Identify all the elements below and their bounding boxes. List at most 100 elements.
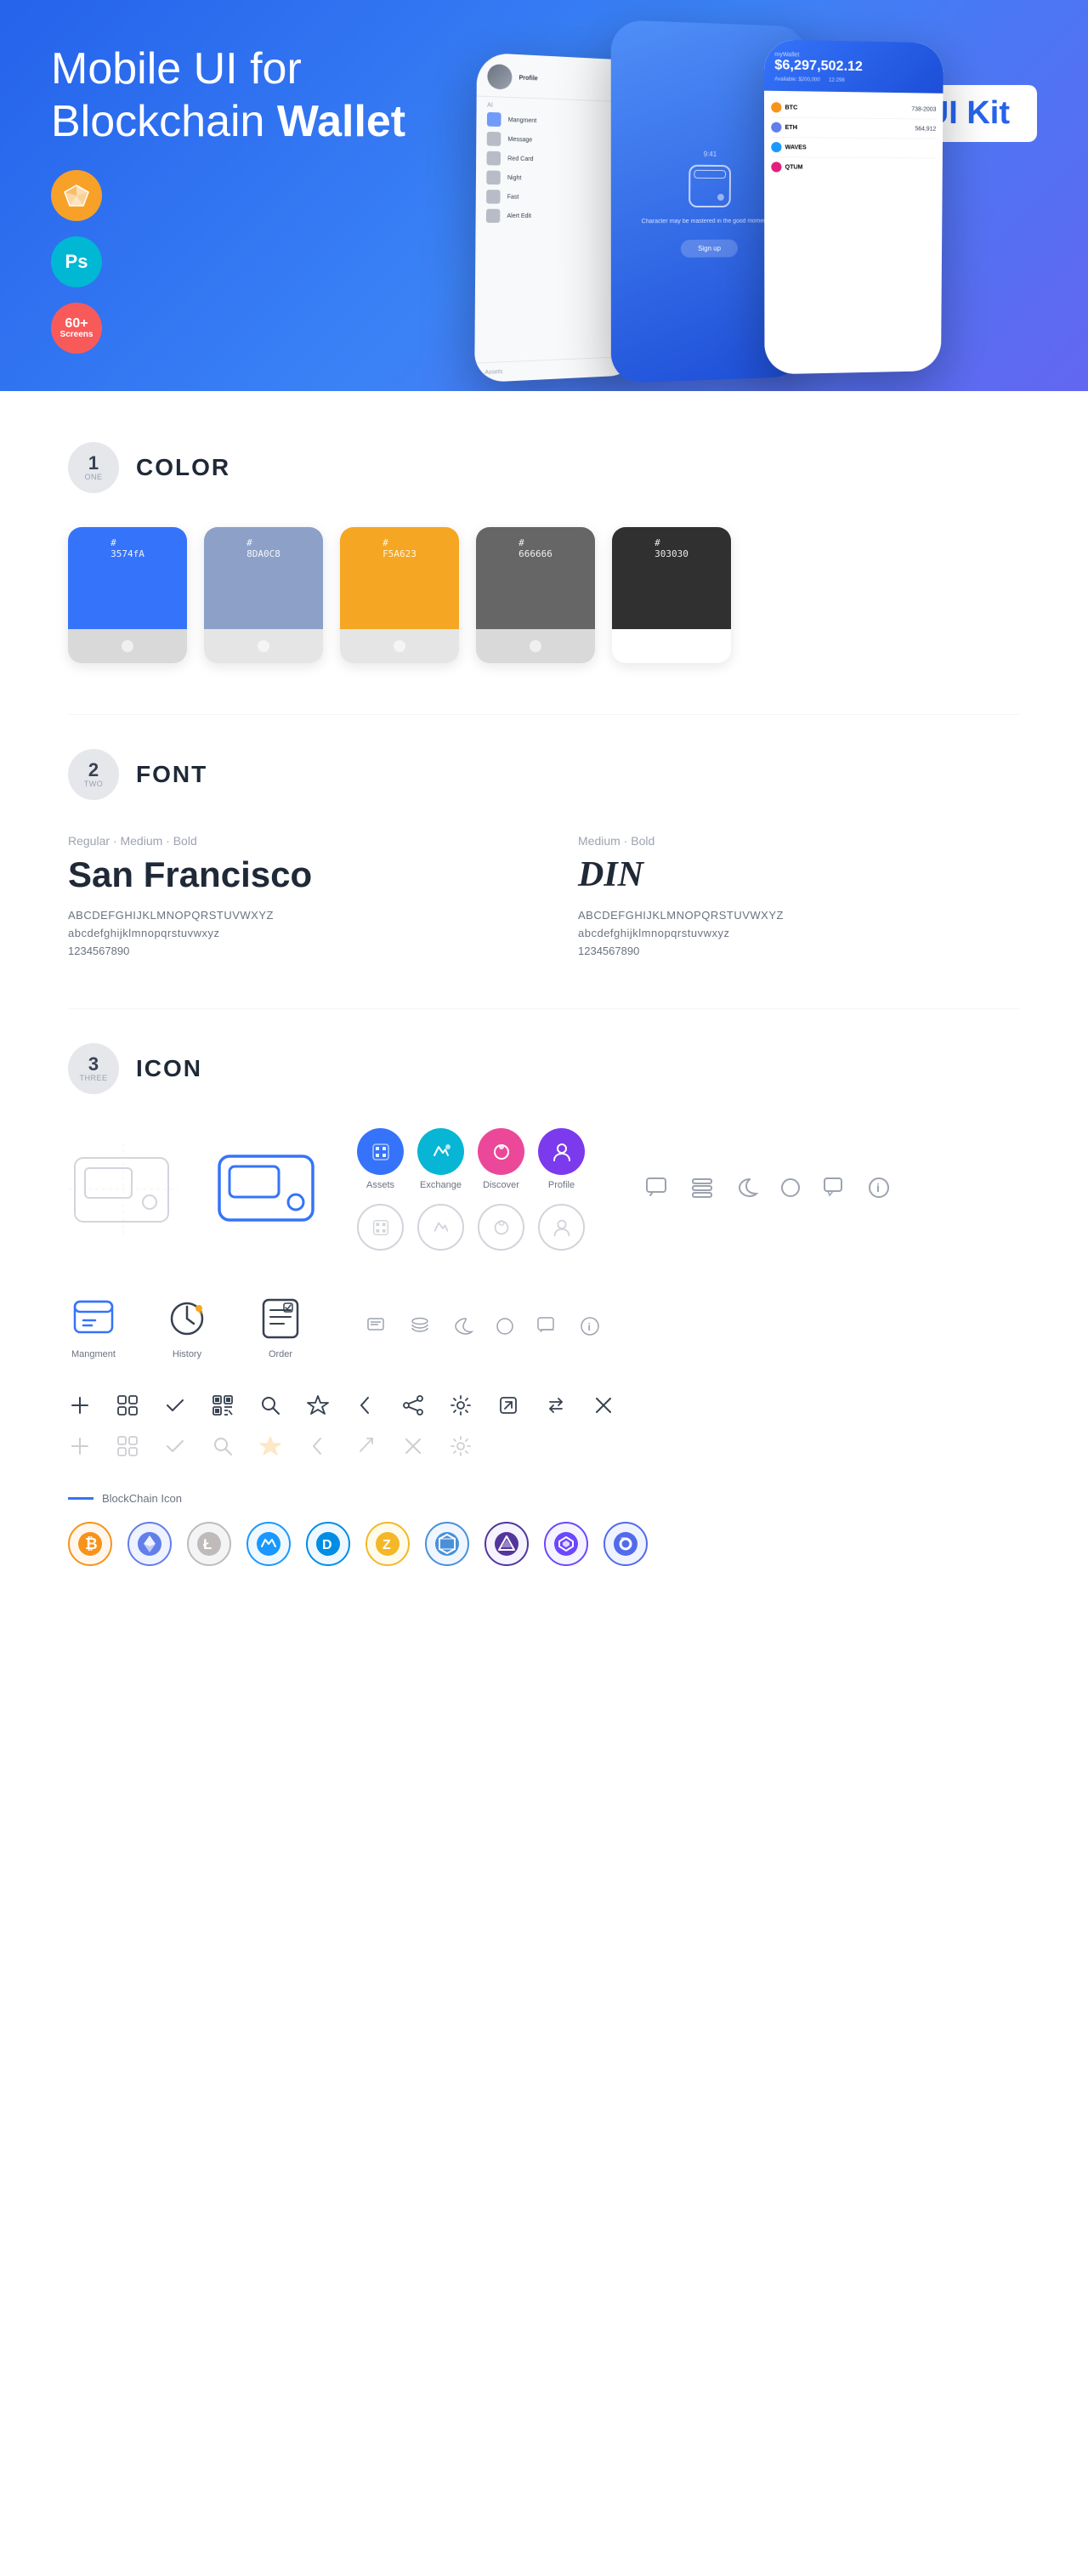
screens-badge: 60+ Screens — [51, 303, 102, 354]
circle-icon-gray — [777, 1174, 804, 1206]
assets-icon-outline — [357, 1204, 404, 1251]
main-content: 1 ONE COLOR #3574fA #8DA0C8 — [0, 391, 1088, 1651]
search-icon — [258, 1393, 282, 1417]
font-sf: Regular · Medium · Bold San Francisco AB… — [68, 834, 510, 957]
order-icon-item: Order — [255, 1293, 306, 1359]
star-icon — [306, 1393, 330, 1417]
svg-text:₿: ₿ — [85, 1535, 98, 1552]
profile-icon-outline — [538, 1204, 585, 1251]
color-swatches: #3574fA #8DA0C8 #F5A623 — [68, 527, 1020, 663]
assets-icon — [357, 1128, 404, 1175]
band-icon — [604, 1522, 648, 1566]
profile-icon — [538, 1128, 585, 1175]
ark-icon — [544, 1522, 588, 1566]
crypto-icons-row: ₿ Ł — [68, 1522, 1020, 1566]
icon-section: 3 THREE ICON — [68, 1043, 1020, 1566]
blockchain-label: BlockChain Icon — [68, 1492, 1020, 1505]
qr-code-icon — [211, 1393, 235, 1417]
order-icon — [255, 1293, 306, 1344]
text-icon — [366, 1314, 389, 1338]
dash-icon: D — [306, 1522, 350, 1566]
info2-icon: i — [578, 1314, 602, 1338]
transfer-icon — [544, 1393, 568, 1417]
phone-mockup-3: myWallet $6,297,502.12 Available: $200,0… — [764, 39, 944, 374]
swatch-gray-blue: #8DA0C8 — [204, 527, 323, 663]
hero-section: Mobile UI for Blockchain Wallet UI Kit P… — [0, 0, 1088, 391]
share-icon — [401, 1393, 425, 1417]
management-icon-item: Mangment — [68, 1293, 119, 1359]
star-filled-icon — [258, 1434, 282, 1458]
chat-icon — [644, 1174, 672, 1206]
tool-icons-row-1 — [68, 1393, 1020, 1417]
augur-icon — [484, 1522, 529, 1566]
exchange-icon-outline — [417, 1204, 464, 1251]
svg-text:Ł: Ł — [203, 1536, 212, 1552]
color-section: 1 ONE COLOR #3574fA #8DA0C8 — [68, 442, 1020, 663]
info-icon: i — [865, 1174, 892, 1206]
moon-half-icon — [450, 1314, 474, 1338]
phone-mockups: Profile AI Mangment Message — [476, 9, 1088, 391]
ps-badge: Ps — [51, 236, 102, 287]
discover-icon-outline — [478, 1204, 524, 1251]
font-section-header: 2 TWO FONT — [68, 749, 1020, 800]
management-icon — [68, 1293, 119, 1344]
blockchain-line — [68, 1497, 94, 1500]
chat2-icon — [536, 1314, 559, 1338]
swatch-blue: #3574fA — [68, 527, 187, 663]
svg-text:i: i — [588, 1321, 591, 1333]
assets-icon-item: Assets — [357, 1128, 404, 1190]
zcash-icon: Z — [366, 1522, 410, 1566]
section-number-2: 2 TWO — [68, 749, 119, 800]
svg-text:Z: Z — [382, 1538, 391, 1552]
color-section-title: COLOR — [136, 454, 230, 481]
swatch-yellow: #F5A623 — [340, 527, 459, 663]
misc-icons-row: i — [366, 1293, 602, 1359]
plus-icon — [68, 1393, 92, 1417]
export-icon — [496, 1393, 520, 1417]
font-grid: Regular · Medium · Bold San Francisco AB… — [68, 834, 1020, 957]
wallet-wireframe-icon — [68, 1143, 178, 1236]
check-icon — [163, 1393, 187, 1417]
svg-text:i: i — [876, 1181, 880, 1194]
layers-icon — [408, 1314, 432, 1338]
font-section: 2 TWO FONT Regular · Medium · Bold San F… — [68, 749, 1020, 957]
icon-section-header: 3 THREE ICON — [68, 1043, 1020, 1094]
chevron-left-icon — [354, 1393, 377, 1417]
discover-icon — [478, 1128, 524, 1175]
litecoin-icon: Ł — [187, 1522, 231, 1566]
font-din: Medium · Bold DIN ABCDEFGHIJKLMNOPQRSTUV… — [578, 834, 1020, 957]
grid-coin-icon — [425, 1522, 469, 1566]
settings-icon — [449, 1393, 473, 1417]
app-icons-colored: Assets Exchange — [357, 1128, 585, 1251]
wallet-blue-icon — [212, 1141, 323, 1234]
svg-text:D: D — [322, 1538, 332, 1552]
color-section-header: 1 ONE COLOR — [68, 442, 1020, 493]
icon-section-title: ICON — [136, 1055, 202, 1082]
grid-edit-icon — [116, 1393, 139, 1417]
tool-icons-row-2-ghost — [68, 1434, 1020, 1458]
hero-title: Mobile UI for Blockchain Wallet — [51, 43, 476, 149]
profile-icon-item: Profile — [538, 1128, 585, 1190]
exchange-icon — [417, 1128, 464, 1175]
oval-icon — [493, 1314, 517, 1338]
font-section-title: FONT — [136, 761, 207, 788]
swatch-mid-gray: #666666 — [476, 527, 595, 663]
history-icon-item: History — [162, 1293, 212, 1359]
wallet-blue-container — [212, 1141, 323, 1239]
sketch-badge — [51, 170, 102, 221]
bitcoin-icon: ₿ — [68, 1522, 112, 1566]
exchange-icon-item: Exchange — [417, 1128, 464, 1190]
history-icon — [162, 1293, 212, 1344]
swatch-dark: #303030 — [612, 527, 731, 663]
divider-1 — [68, 714, 1020, 715]
badges-column: Ps 60+ Screens — [51, 170, 102, 354]
additional-icons: i — [644, 1174, 892, 1206]
section-number-1: 1 ONE — [68, 442, 119, 493]
close-icon — [592, 1393, 615, 1417]
ethereum-icon — [128, 1522, 172, 1566]
section-number-3: 3 THREE — [68, 1043, 119, 1094]
discover-icon-item: Discover — [478, 1128, 524, 1190]
waves-icon — [246, 1522, 291, 1566]
wallet-wireframe-container — [68, 1143, 178, 1236]
divider-2 — [68, 1008, 1020, 1009]
